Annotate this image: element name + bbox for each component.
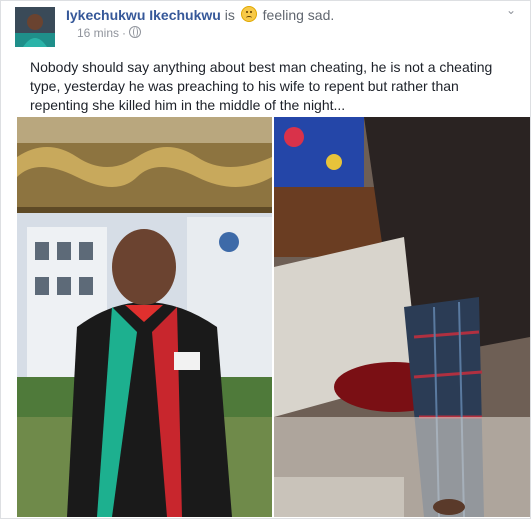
avatar[interactable]	[15, 7, 55, 47]
chevron-down-icon[interactable]: ⌄	[506, 3, 516, 17]
separator-dot: ·	[122, 26, 127, 40]
globe-icon[interactable]	[129, 26, 142, 38]
post-photo-left[interactable]	[17, 117, 272, 517]
avatar-image	[15, 7, 55, 47]
man-portrait-image	[17, 117, 272, 517]
scene-image	[274, 117, 530, 517]
sad-face-icon	[240, 6, 257, 22]
post-photo-right[interactable]	[274, 117, 530, 517]
feeling-label: feeling sad.	[262, 7, 335, 23]
timestamp[interactable]: 16 mins	[77, 26, 119, 40]
author-name[interactable]: Iykechukwu Ikechukwu	[66, 7, 221, 23]
post-text: Nobody should say anything about best ma…	[30, 59, 493, 113]
post-header: Iykechukwu Ikechukwu is feeling sad.	[66, 6, 334, 23]
post-card: Iykechukwu Ikechukwu is feeling sad. 16 …	[0, 0, 531, 519]
post-meta: 16 mins ·	[77, 26, 142, 40]
is-word: is	[224, 7, 235, 23]
